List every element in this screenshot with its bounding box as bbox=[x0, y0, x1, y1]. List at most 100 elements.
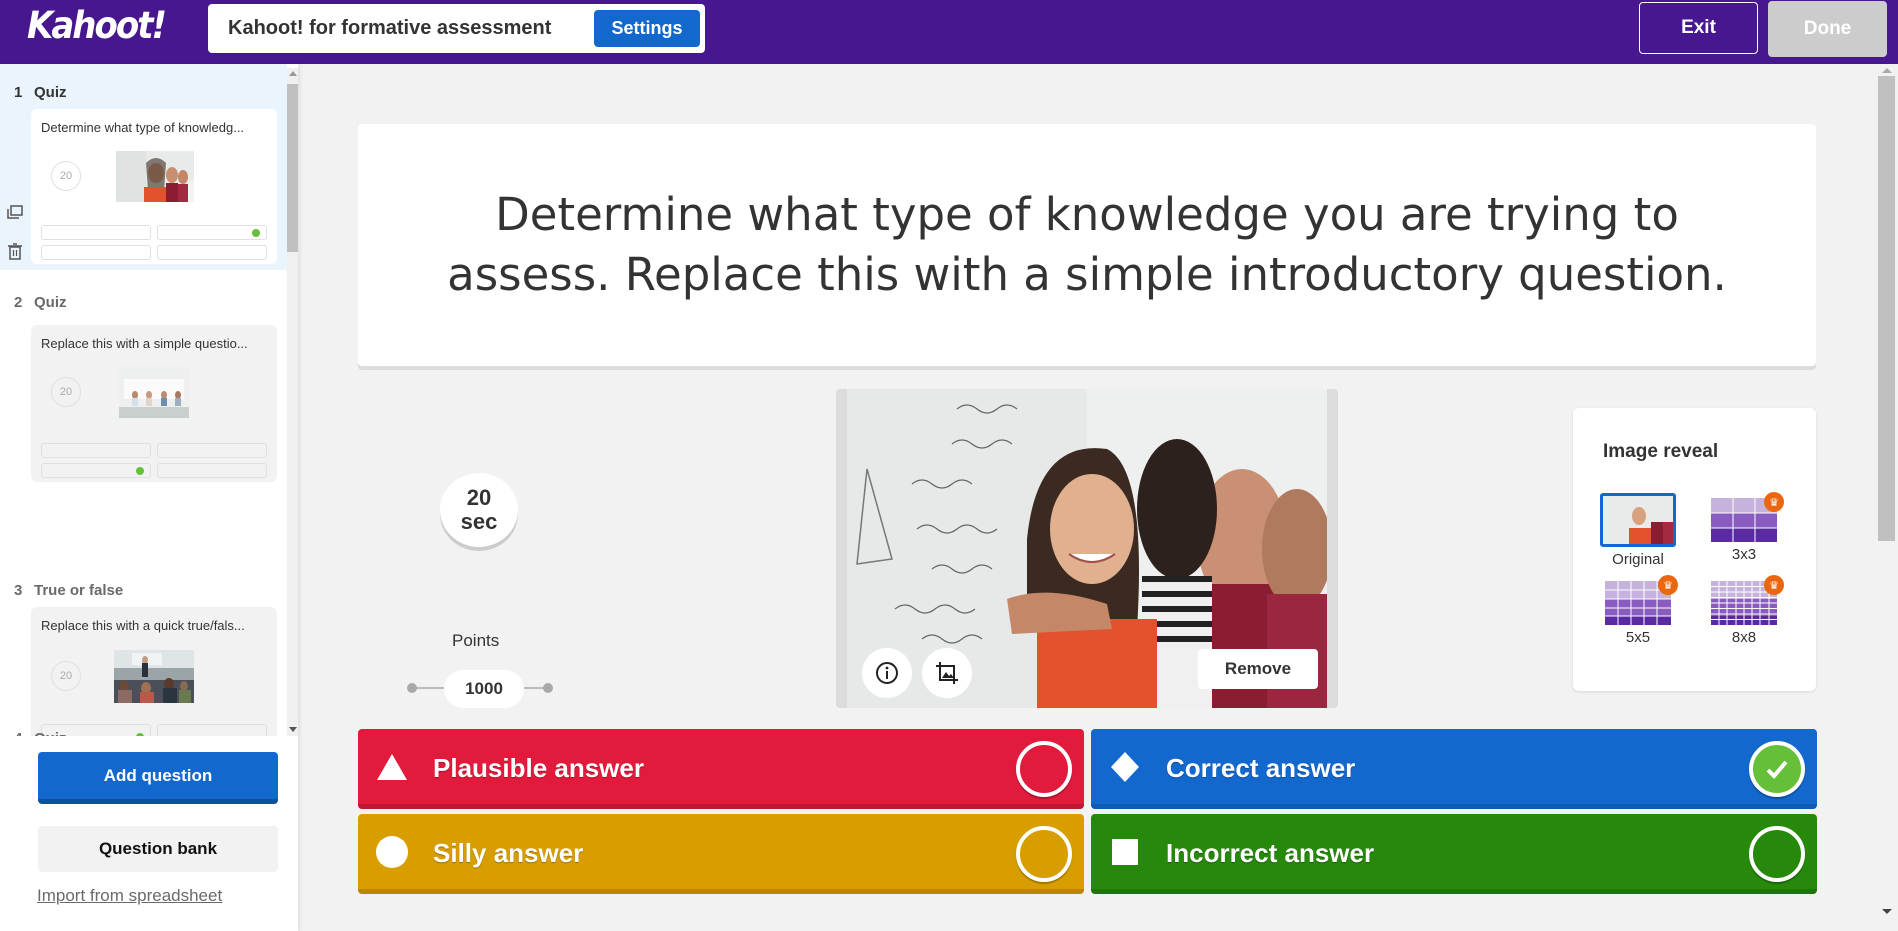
image-reveal-option-8x8[interactable]: ♛ 8x8 bbox=[1704, 575, 1784, 646]
answer-text[interactable]: Plausible answer bbox=[433, 753, 644, 784]
diamond-icon bbox=[1111, 752, 1139, 782]
question-type: Quiz bbox=[34, 294, 67, 311]
premium-crown-icon: ♛ bbox=[1764, 492, 1784, 512]
answer-3[interactable]: Silly answer bbox=[358, 814, 1084, 894]
answer-slot bbox=[41, 443, 151, 458]
scroll-up-arrow-icon[interactable] bbox=[289, 71, 297, 76]
reveal-label: 5x5 bbox=[1625, 629, 1651, 646]
mark-correct-toggle[interactable] bbox=[1749, 826, 1805, 882]
import-from-spreadsheet-link[interactable]: Import from spreadsheet bbox=[37, 886, 222, 906]
points-label: Points bbox=[452, 631, 500, 650]
crop-image-icon bbox=[936, 662, 958, 684]
settings-button[interactable]: Settings bbox=[594, 10, 700, 47]
answer-slot-correct bbox=[157, 225, 267, 240]
answer-text[interactable]: Incorrect answer bbox=[1166, 838, 1374, 869]
triangle-icon bbox=[377, 754, 407, 780]
done-button[interactable]: Done bbox=[1768, 1, 1887, 57]
question-title-card[interactable]: Determine what type of knowledge you are… bbox=[358, 124, 1816, 366]
question-card[interactable]: Replace this with a simple questio... 20 bbox=[31, 325, 277, 482]
image-reveal-option-original[interactable]: Original bbox=[1598, 493, 1678, 568]
question-card-title: Replace this with a quick true/fals... bbox=[41, 618, 245, 633]
points-slider-max-knob[interactable] bbox=[543, 683, 553, 693]
kahoot-title-field[interactable]: Kahoot! for formative assessment Setting… bbox=[208, 4, 705, 53]
exit-button[interactable]: Exit bbox=[1639, 2, 1758, 54]
answer-2[interactable]: Correct answer bbox=[1091, 729, 1817, 809]
question-card-thumbnail bbox=[114, 650, 194, 703]
scroll-down-arrow-icon[interactable] bbox=[289, 727, 297, 732]
time-limit-unit: sec bbox=[460, 509, 498, 534]
mark-correct-toggle[interactable] bbox=[1016, 826, 1072, 882]
image-reveal-option-3x3[interactable]: ♛ 3x3 bbox=[1704, 492, 1784, 563]
question-item-2[interactable]: 2 Quiz Replace this with a simple questio… bbox=[0, 270, 287, 488]
reveal-label: 8x8 bbox=[1731, 629, 1757, 646]
image-info-button[interactable] bbox=[862, 648, 912, 698]
question-number: 2 bbox=[14, 294, 23, 311]
time-limit-button[interactable]: 20 sec bbox=[440, 473, 518, 547]
question-text[interactable]: Determine what type of knowledge you are… bbox=[407, 185, 1767, 305]
question-item-1[interactable]: 1 Quiz Determine what type of knowledg...… bbox=[0, 64, 287, 270]
answer-slot bbox=[157, 245, 267, 260]
correct-indicator bbox=[252, 229, 260, 237]
main-scrollbar[interactable] bbox=[1878, 68, 1895, 918]
points-slider-min-knob[interactable] bbox=[407, 683, 417, 693]
delete-icon[interactable] bbox=[6, 242, 24, 260]
main-scrollbar-thumb[interactable] bbox=[1878, 76, 1895, 541]
circle-icon bbox=[376, 836, 408, 868]
answer-4[interactable]: Incorrect answer bbox=[1091, 814, 1817, 894]
question-item-header: 4Quiz bbox=[14, 730, 67, 736]
image-reveal-title: Image reveal bbox=[1603, 441, 1719, 462]
answer-1[interactable]: Plausible answer bbox=[358, 729, 1084, 809]
points-slider[interactable]: 1000 bbox=[407, 668, 555, 708]
question-type: True or false bbox=[34, 582, 124, 599]
question-card-title: Determine what type of knowledg... bbox=[41, 120, 245, 135]
answer-slot bbox=[41, 245, 151, 260]
answer-slot bbox=[157, 463, 267, 478]
sidebar-scrollbar-thumb[interactable] bbox=[287, 84, 298, 252]
question-number: 1 bbox=[14, 84, 23, 101]
question-card-title: Replace this with a simple questio... bbox=[41, 336, 248, 351]
question-type: Quiz bbox=[34, 84, 67, 101]
top-bar: Kahoot! Kahoot! for formative assessment… bbox=[0, 0, 1898, 64]
question-card-thumbnail bbox=[116, 151, 194, 202]
remove-image-button[interactable]: Remove bbox=[1198, 649, 1318, 689]
time-limit-value: 20 bbox=[466, 485, 492, 510]
square-icon bbox=[1112, 839, 1138, 865]
question-type: Quiz bbox=[34, 730, 67, 736]
image-crop-button[interactable] bbox=[922, 648, 972, 698]
question-card-timer: 20 bbox=[51, 161, 81, 191]
answer-text[interactable]: Silly answer bbox=[433, 838, 583, 869]
info-icon bbox=[876, 662, 898, 684]
question-item-header: 3 True or false bbox=[14, 582, 123, 599]
question-bank-button[interactable]: Question bank bbox=[38, 826, 278, 872]
points-value[interactable]: 1000 bbox=[444, 670, 524, 708]
question-item-header: 2 Quiz bbox=[14, 294, 67, 311]
image-reveal-option-5x5[interactable]: ♛ 5x5 bbox=[1598, 575, 1678, 646]
kahoot-logo[interactable]: Kahoot! bbox=[27, 4, 167, 48]
add-question-button[interactable]: Add question bbox=[38, 752, 278, 804]
duplicate-icon[interactable] bbox=[6, 204, 24, 222]
checkmark-icon bbox=[1766, 760, 1788, 779]
question-item-4[interactable]: 4Quiz bbox=[0, 708, 287, 736]
reveal-label: 3x3 bbox=[1731, 546, 1757, 563]
question-card[interactable]: Determine what type of knowledg... 20 bbox=[31, 109, 277, 264]
question-item-3[interactable]: 3 True or false Replace this with a quick… bbox=[0, 488, 287, 736]
mark-correct-toggle-checked[interactable] bbox=[1749, 741, 1805, 797]
scroll-up-arrow-icon[interactable] bbox=[1882, 68, 1892, 73]
answer-slot bbox=[157, 443, 267, 458]
premium-crown-icon: ♛ bbox=[1658, 575, 1678, 595]
question-list: 1 Quiz Determine what type of knowledg...… bbox=[0, 64, 287, 736]
mark-correct-toggle[interactable] bbox=[1016, 741, 1072, 797]
answer-slot bbox=[41, 225, 151, 240]
question-card-thumbnail bbox=[119, 367, 189, 418]
question-number: 3 bbox=[14, 582, 23, 599]
correct-indicator bbox=[136, 467, 144, 475]
answer-slot-correct bbox=[41, 463, 151, 478]
question-card-timer: 20 bbox=[51, 661, 81, 691]
sidebar-scrollbar[interactable] bbox=[287, 68, 298, 736]
reveal-label: Original bbox=[1612, 551, 1664, 568]
question-card-timer: 20 bbox=[51, 377, 81, 407]
reveal-thumbnail bbox=[1600, 493, 1676, 547]
kahoot-title[interactable]: Kahoot! for formative assessment bbox=[228, 17, 551, 40]
answer-text[interactable]: Correct answer bbox=[1166, 753, 1355, 784]
scroll-down-arrow-icon[interactable] bbox=[1882, 909, 1892, 914]
